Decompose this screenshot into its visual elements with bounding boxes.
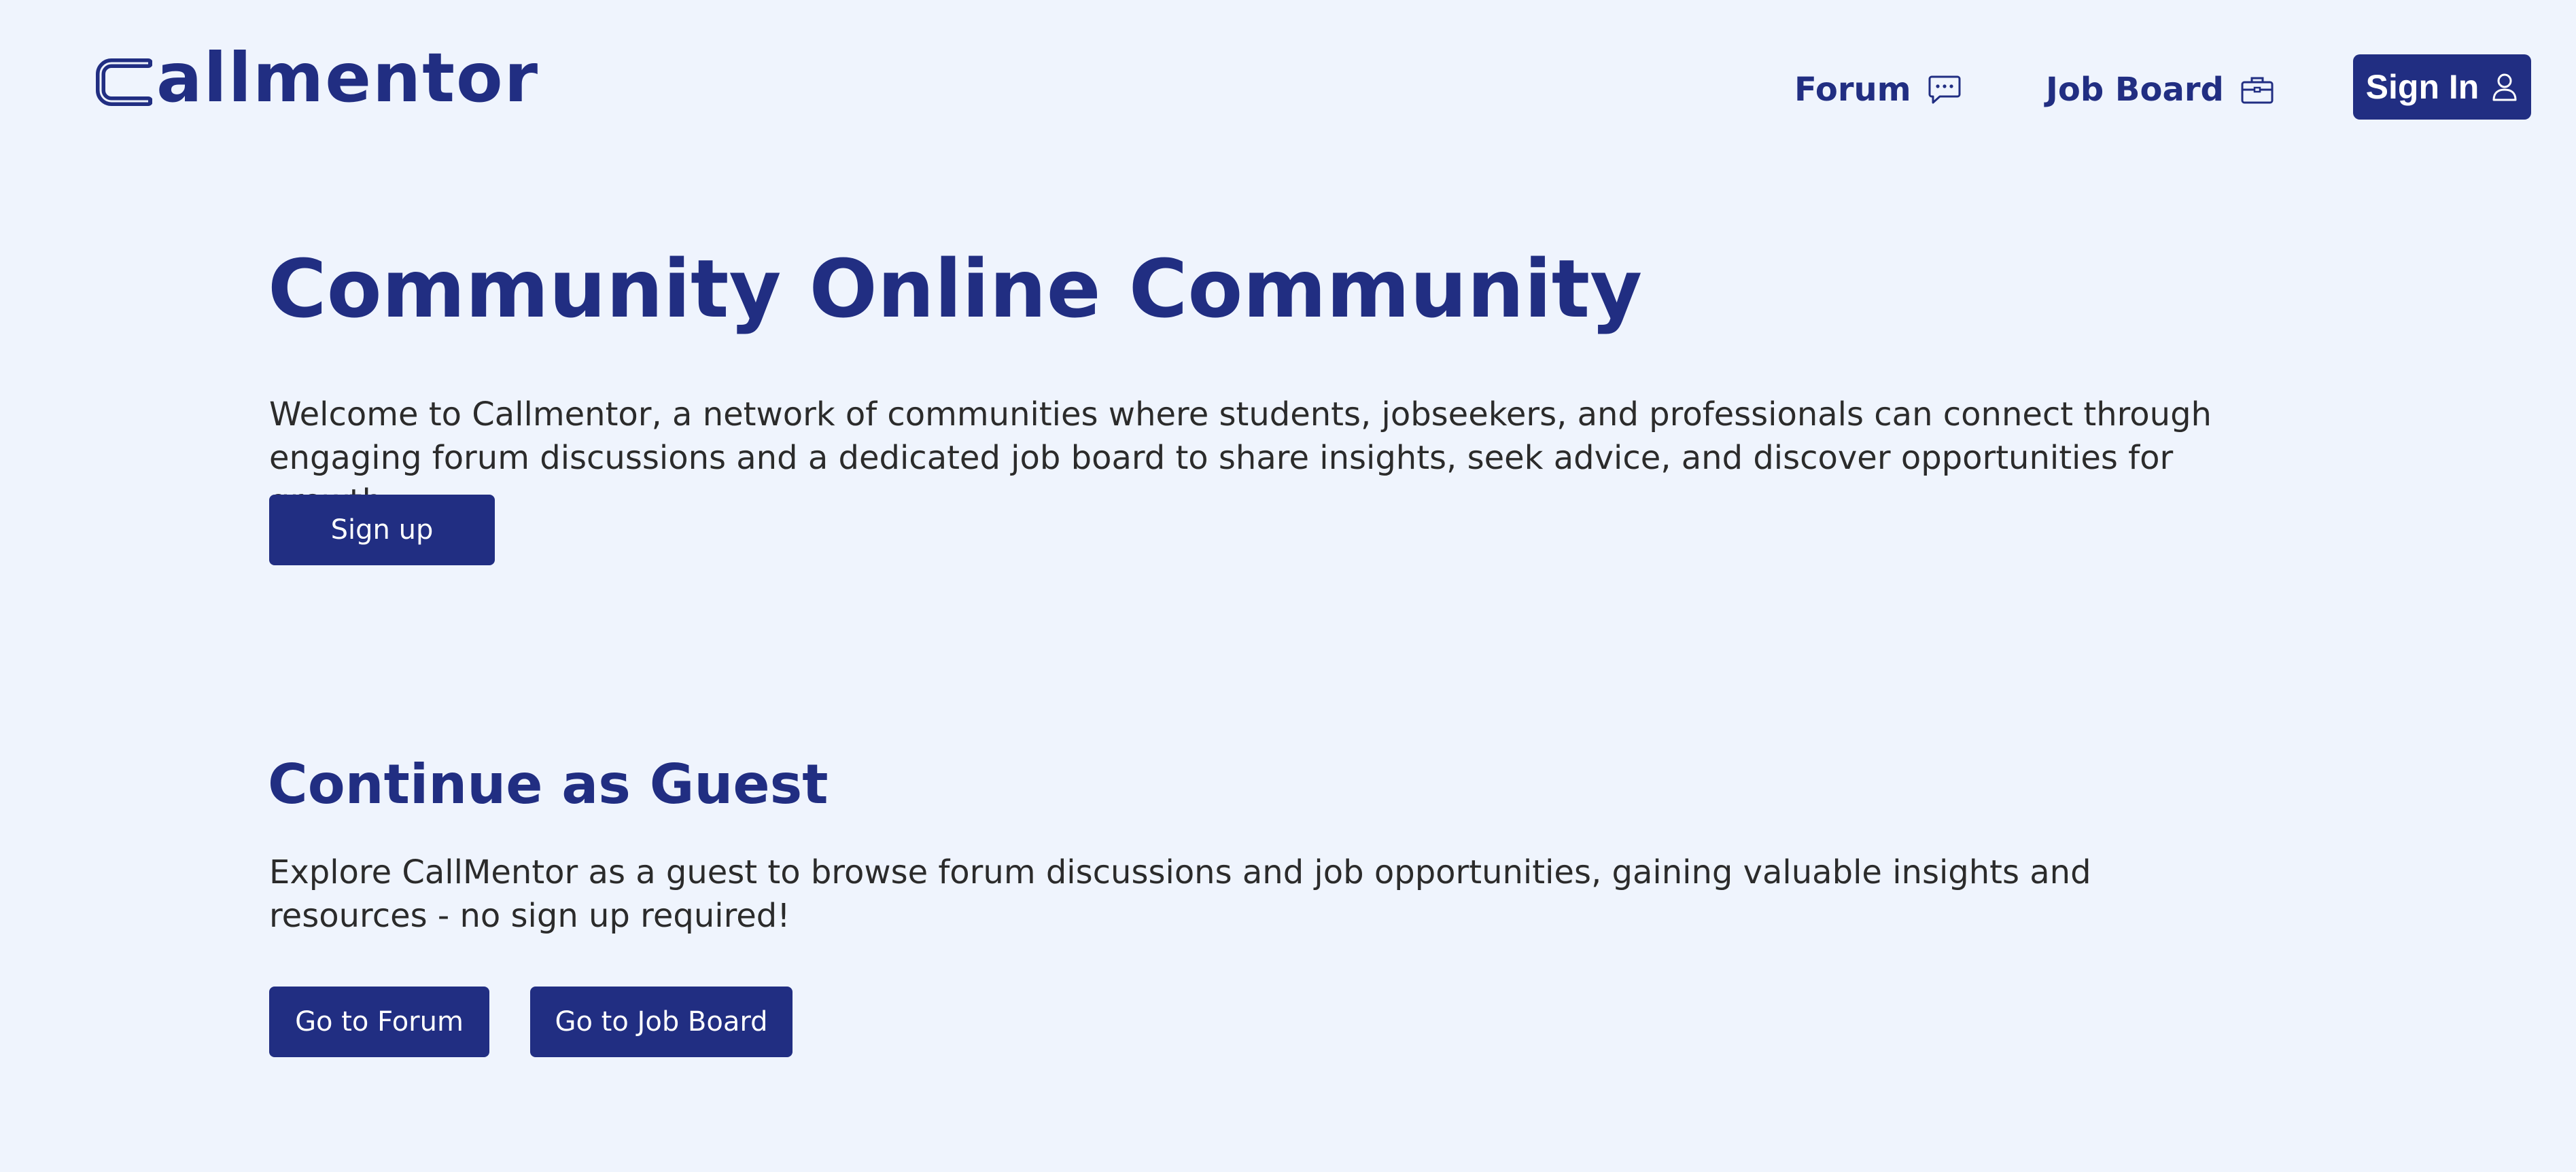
go-to-forum-label: Go to Forum — [295, 1006, 464, 1037]
logo-c-icon — [96, 58, 152, 106]
chat-bubble-icon — [1928, 74, 1962, 105]
sign-in-button[interactable]: Sign In — [2353, 54, 2531, 120]
briefcase-icon — [2240, 75, 2274, 105]
sign-up-label: Sign up — [330, 514, 434, 546]
nav-forum-link[interactable]: Forum — [1794, 71, 1962, 109]
nav-job-board-label: Job Board — [2046, 71, 2224, 109]
go-to-job-board-button[interactable]: Go to Job Board — [530, 987, 793, 1057]
logo-text: allmentor — [155, 38, 540, 118]
nav-forum-label: Forum — [1794, 71, 1911, 109]
user-icon — [2491, 72, 2518, 102]
sign-in-label: Sign In — [2365, 68, 2479, 106]
go-to-job-board-label: Go to Job Board — [555, 1006, 768, 1037]
guest-description: Explore CallMentor as a guest to browse … — [269, 853, 2091, 935]
hero-description: Welcome to Callmentor, a network of comm… — [269, 395, 2212, 520]
go-to-forum-button[interactable]: Go to Forum — [269, 987, 489, 1057]
page-title: Community Online Community — [268, 242, 1643, 336]
callmentor-logo[interactable]: allmentor — [95, 43, 539, 114]
nav-job-board-link[interactable]: Job Board — [2046, 71, 2274, 109]
sign-up-button[interactable]: Sign up — [269, 495, 495, 565]
guest-section-title: Continue as Guest — [268, 753, 829, 816]
